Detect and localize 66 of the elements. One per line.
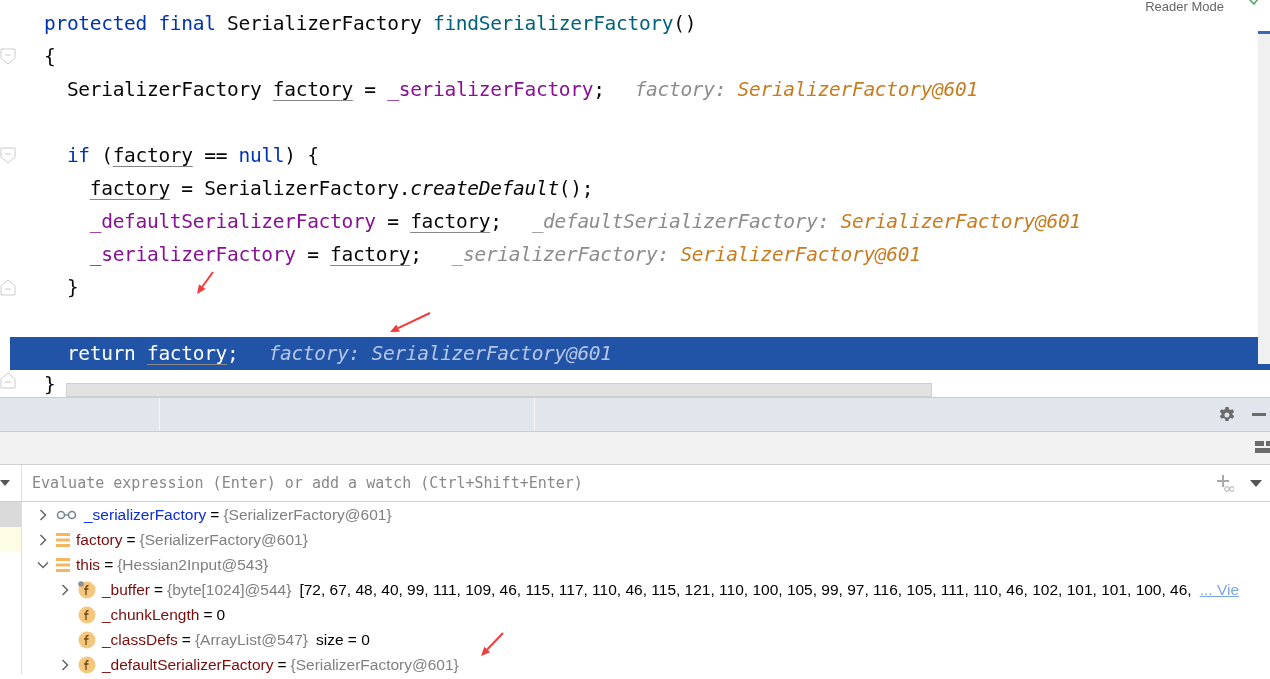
variable-name: _classDefs xyxy=(102,629,178,650)
code-text: ; xyxy=(490,208,502,235)
inline-value-hint: factory: xyxy=(634,76,728,103)
code-variable: factory xyxy=(89,175,170,202)
code-text: } xyxy=(44,372,56,397)
code-text: ) { xyxy=(284,142,319,169)
code-text: SerializerFactory xyxy=(66,76,263,103)
variable-name: _buffer xyxy=(102,579,150,600)
variable-value: {SerializerFactory@601} xyxy=(290,654,459,674)
inline-value-hint: SerializerFactory@601 xyxy=(737,76,978,103)
code-text: == xyxy=(204,142,229,169)
variable-value: {ArrayList@547} xyxy=(194,629,308,650)
code-text: = SerializerFactory. xyxy=(181,175,411,202)
variable-value: {Hessian2Input@543} xyxy=(117,554,269,575)
equals-sign: = xyxy=(210,504,220,525)
code-text: ; xyxy=(593,76,605,103)
variable-name: this xyxy=(76,554,101,575)
code-text: } xyxy=(66,274,79,301)
equals-sign: = xyxy=(104,554,114,575)
inline-value-hint: SerializerFactory@601 xyxy=(840,208,1081,235)
variable-value: {SerializerFactory@601} xyxy=(223,504,392,525)
reader-mode-button[interactable]: Reader Mode xyxy=(1145,0,1224,14)
code-text: ; xyxy=(227,340,239,367)
code-text: = xyxy=(307,241,320,268)
code-variable: factory xyxy=(147,340,228,367)
code-field: _defaultSerializerFactory xyxy=(89,206,376,237)
code-keyword: return xyxy=(66,340,137,367)
equals-sign: = xyxy=(277,654,287,674)
equals-sign: = xyxy=(203,604,213,625)
code-text: = xyxy=(387,208,400,235)
code-text: (); xyxy=(558,175,594,202)
code-text: = xyxy=(364,76,377,103)
code-method-call: createDefault xyxy=(410,175,559,202)
variable-name: _serializerFactory xyxy=(84,504,207,525)
evaluate-expression-field[interactable]: Evaluate expression (Enter) or add a watch (Ctrl+Shift+Enter) xyxy=(22,470,1217,496)
variable-value: {byte[1024]@544} xyxy=(167,579,292,600)
inline-value-hint: SerializerFactory@601 xyxy=(371,340,612,367)
code-variable: factory xyxy=(330,241,411,268)
code-text: () xyxy=(673,10,697,37)
equals-sign: = xyxy=(126,529,136,550)
code-text: { xyxy=(44,43,56,70)
variable-name: _chunkLength xyxy=(102,604,200,625)
inline-value-hint: _defaultSerializerFactory: xyxy=(531,208,831,235)
variable-value: {SerializerFactory@601} xyxy=(139,529,308,550)
inline-value-hint: _serializerFactory: xyxy=(451,241,670,268)
code-text: SerializerFactory xyxy=(227,10,423,37)
code-variable: factory xyxy=(112,142,193,169)
equals-sign: = xyxy=(181,629,191,650)
code-keyword: null xyxy=(238,142,285,169)
code-field: _serializerFactory xyxy=(387,74,594,105)
equals-sign: = xyxy=(154,579,164,600)
code-variable: factory xyxy=(410,208,491,235)
variable-name: factory xyxy=(76,529,123,550)
inline-value-hint: SerializerFactory@601 xyxy=(680,241,921,268)
code-keyword: if xyxy=(66,142,91,169)
code-method-name: findSerializerFactory xyxy=(432,10,674,37)
code-field: _serializerFactory xyxy=(89,239,296,270)
code-variable: factory xyxy=(272,76,353,103)
value-preview: size = 0 xyxy=(316,629,370,650)
value-preview: [72, 67, 48, 40, 99, 111, 109, 46, 115, 117, 110, 46, 115, 121, 110, 100, 105, 99, 97, 116, 105, 111, 110, 46, 102, 101, 101, 100, 46, xyxy=(299,579,1192,600)
variable-value: 0 xyxy=(216,604,226,625)
variable-name: _defaultSerializerFactory xyxy=(102,654,274,674)
code-text: ; xyxy=(410,241,422,268)
inline-value-hint: factory: xyxy=(268,340,362,367)
code-text: ( xyxy=(101,142,113,169)
code-keyword: protected final xyxy=(44,10,217,37)
